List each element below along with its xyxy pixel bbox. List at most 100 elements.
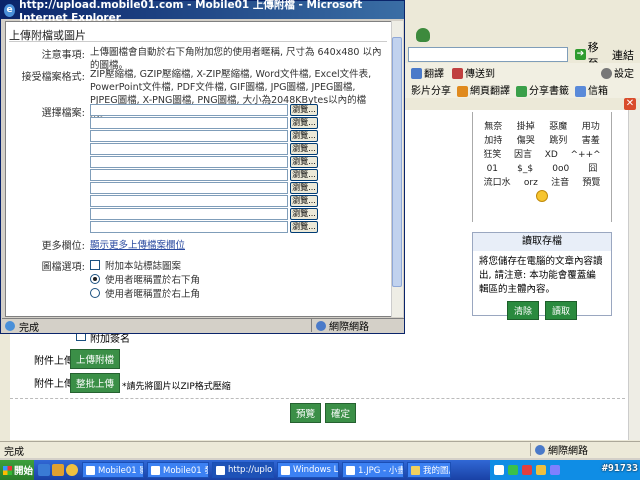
file-input[interactable] <box>90 143 288 155</box>
smiley-face-icon[interactable] <box>536 190 548 202</box>
links-label[interactable]: 連結 <box>612 47 640 62</box>
upload-popup-window: e http://upload.mobile01.com - Mobile01 … <box>0 0 405 334</box>
browse-button[interactable]: 瀏覽... <box>290 156 318 168</box>
page-scrollbar[interactable] <box>628 110 640 440</box>
load-button[interactable]: 讀取 <box>545 301 578 320</box>
bookmark-share-button[interactable]: 分享書籤 <box>516 82 569 97</box>
save-box-text: 將您儲存在電腦的文章內容讀出, 請注意: 本功能會覆蓋編輯區的主體內容。 <box>479 256 603 295</box>
file-input[interactable] <box>90 169 288 181</box>
watermark: #91733 <box>601 463 638 474</box>
tray-icon[interactable] <box>494 465 504 475</box>
task-my-pictures[interactable]: 我的圖片 <box>407 462 451 478</box>
tray-icon[interactable] <box>508 465 518 475</box>
taskbar: 開始 Mobile01 影... Mobile01 發... http://up… <box>0 460 640 480</box>
folder-icon <box>411 465 420 475</box>
toolbar-close-icon[interactable]: ✕ <box>624 98 636 110</box>
browse-button[interactable]: 瀏覽... <box>290 117 318 129</box>
globe-icon <box>316 320 326 331</box>
confirm-button[interactable]: 確定 <box>325 403 357 423</box>
watermark-option[interactable]: 附加本站標誌圖案 <box>90 258 181 272</box>
more-fields-link[interactable]: 顯示更多上傳檔案欄位 <box>90 237 185 251</box>
formats-label: 接受檔案格式: <box>21 72 85 83</box>
task-paint[interactable]: 1.JPG - 小畫... <box>342 462 404 478</box>
browse-button[interactable]: 瀏覽... <box>290 169 318 181</box>
clear-button[interactable]: 清除 <box>506 301 539 320</box>
task-windows-live[interactable]: Windows Liv... <box>277 462 339 478</box>
file-input[interactable] <box>90 104 288 116</box>
browse-button[interactable]: 瀏覽... <box>290 182 318 194</box>
ie-icon <box>216 465 225 475</box>
smiley-row: 狂笑 因言 XD ^++^ <box>483 150 601 160</box>
file-input[interactable] <box>90 221 288 233</box>
popup-title: http://upload.mobile01.com - Mobile01 上傳… <box>19 0 363 24</box>
browse-button[interactable]: 瀏覽... <box>290 208 318 220</box>
send-to-button[interactable]: 傳送到 <box>452 65 495 80</box>
upload-attach-button[interactable]: 上傳附檔 <box>70 349 121 369</box>
translate-icon <box>411 68 422 79</box>
globe-icon <box>535 444 545 455</box>
page-done-icon <box>5 321 15 331</box>
form-actions: 預覽 確定 <box>290 403 357 423</box>
notice-label: 注意事項: <box>41 50 85 61</box>
popup-titlebar[interactable]: e http://upload.mobile01.com - Mobile01 … <box>1 0 404 24</box>
top-right-radio[interactable] <box>90 288 100 298</box>
smiley-panel: 無奈 掛掉 惡魔 用功 加持 傷哭 跳列 害羞 狂笑 因言 XD ^++^ 01 $_$ 0o0 囧 流… <box>472 112 612 222</box>
browse-button[interactable]: 瀏覽... <box>290 104 318 116</box>
batch-upload-button[interactable]: 整批上傳 <box>70 373 121 393</box>
toolbar-row-1: 翻譯 傳送到 設定 <box>405 63 640 81</box>
smiley-row: 加持 傷哭 跳列 害羞 <box>484 136 600 146</box>
go-button[interactable]: ➔移至 <box>575 41 609 70</box>
task-upload-popup[interactable]: http://upload... <box>212 462 274 478</box>
mail-button[interactable]: 信箱 <box>575 82 608 97</box>
ie-icon <box>151 465 160 475</box>
send-icon <box>452 68 463 79</box>
paint-icon <box>346 465 355 475</box>
translate-button[interactable]: 翻譯 <box>411 65 444 80</box>
select-file-label: 選擇檔案: <box>41 108 85 119</box>
smiley-row: 無奈 掛掉 惡魔 用功 <box>484 122 600 132</box>
ie-icon: e <box>4 3 16 17</box>
file-input[interactable] <box>90 182 288 194</box>
save-load-box: 讀取存檔 將您儲存在電腦的文章內容讀出, 請注意: 本功能會覆蓋編輯區的主體內容… <box>472 232 612 320</box>
toolbar-row-2: 影片分享 網頁翻譯 分享書籤 信箱 <box>405 81 640 98</box>
windows-live-icon <box>281 465 290 475</box>
file-input[interactable] <box>90 156 288 168</box>
popup-scroll-thumb[interactable] <box>392 37 402 287</box>
task-mobile01-2[interactable]: Mobile01 發... <box>147 462 209 478</box>
watermark-checkbox[interactable] <box>90 260 100 270</box>
browse-button[interactable]: 瀏覽... <box>290 130 318 142</box>
browse-button[interactable]: 瀏覽... <box>290 221 318 233</box>
file-input[interactable] <box>90 195 288 207</box>
status-text: 完成 <box>4 446 24 458</box>
desktop-icon[interactable] <box>38 464 50 476</box>
tray-icon[interactable] <box>522 465 532 475</box>
batch-note: *請先將圖片以ZIP格式壓縮 <box>122 382 231 392</box>
browse-button[interactable]: 瀏覽... <box>290 143 318 155</box>
tray-icon[interactable] <box>550 465 560 475</box>
nickname-top-right-option[interactable]: 使用者暱稱置於右上角 <box>90 286 200 300</box>
bottom-right-radio[interactable] <box>90 274 100 284</box>
toolbar-frog-icon <box>416 28 430 42</box>
tray-icon[interactable] <box>536 465 546 475</box>
mail-icon <box>575 85 586 97</box>
address-input[interactable] <box>408 47 568 62</box>
browse-button[interactable]: 瀏覽... <box>290 195 318 207</box>
web-translate-button[interactable]: 網頁翻譯 <box>457 82 510 97</box>
smiley-row: 流口水 orz 注音 預覽 <box>483 178 601 188</box>
video-share-button[interactable]: 影片分享 <box>411 82 451 97</box>
divider <box>10 398 625 399</box>
windows-flag-icon <box>3 465 12 475</box>
file-input[interactable] <box>90 208 288 220</box>
task-mobile01-1[interactable]: Mobile01 影... <box>82 462 144 478</box>
preview-button[interactable]: 預覽 <box>290 403 322 423</box>
nickname-bottom-right-option[interactable]: 使用者暱稱置於右下角 <box>90 272 200 286</box>
file-input[interactable] <box>90 130 288 142</box>
smiley-row: 01 $_$ 0o0 囧 <box>486 164 598 174</box>
quick-launch <box>34 464 82 476</box>
media-icon[interactable] <box>52 464 64 476</box>
messenger-icon[interactable] <box>66 464 78 476</box>
file-input[interactable] <box>90 117 288 129</box>
settings-button[interactable]: 設定 <box>601 65 634 80</box>
start-button[interactable]: 開始 <box>0 460 34 480</box>
more-fields-label: 更多欄位: <box>41 241 85 252</box>
